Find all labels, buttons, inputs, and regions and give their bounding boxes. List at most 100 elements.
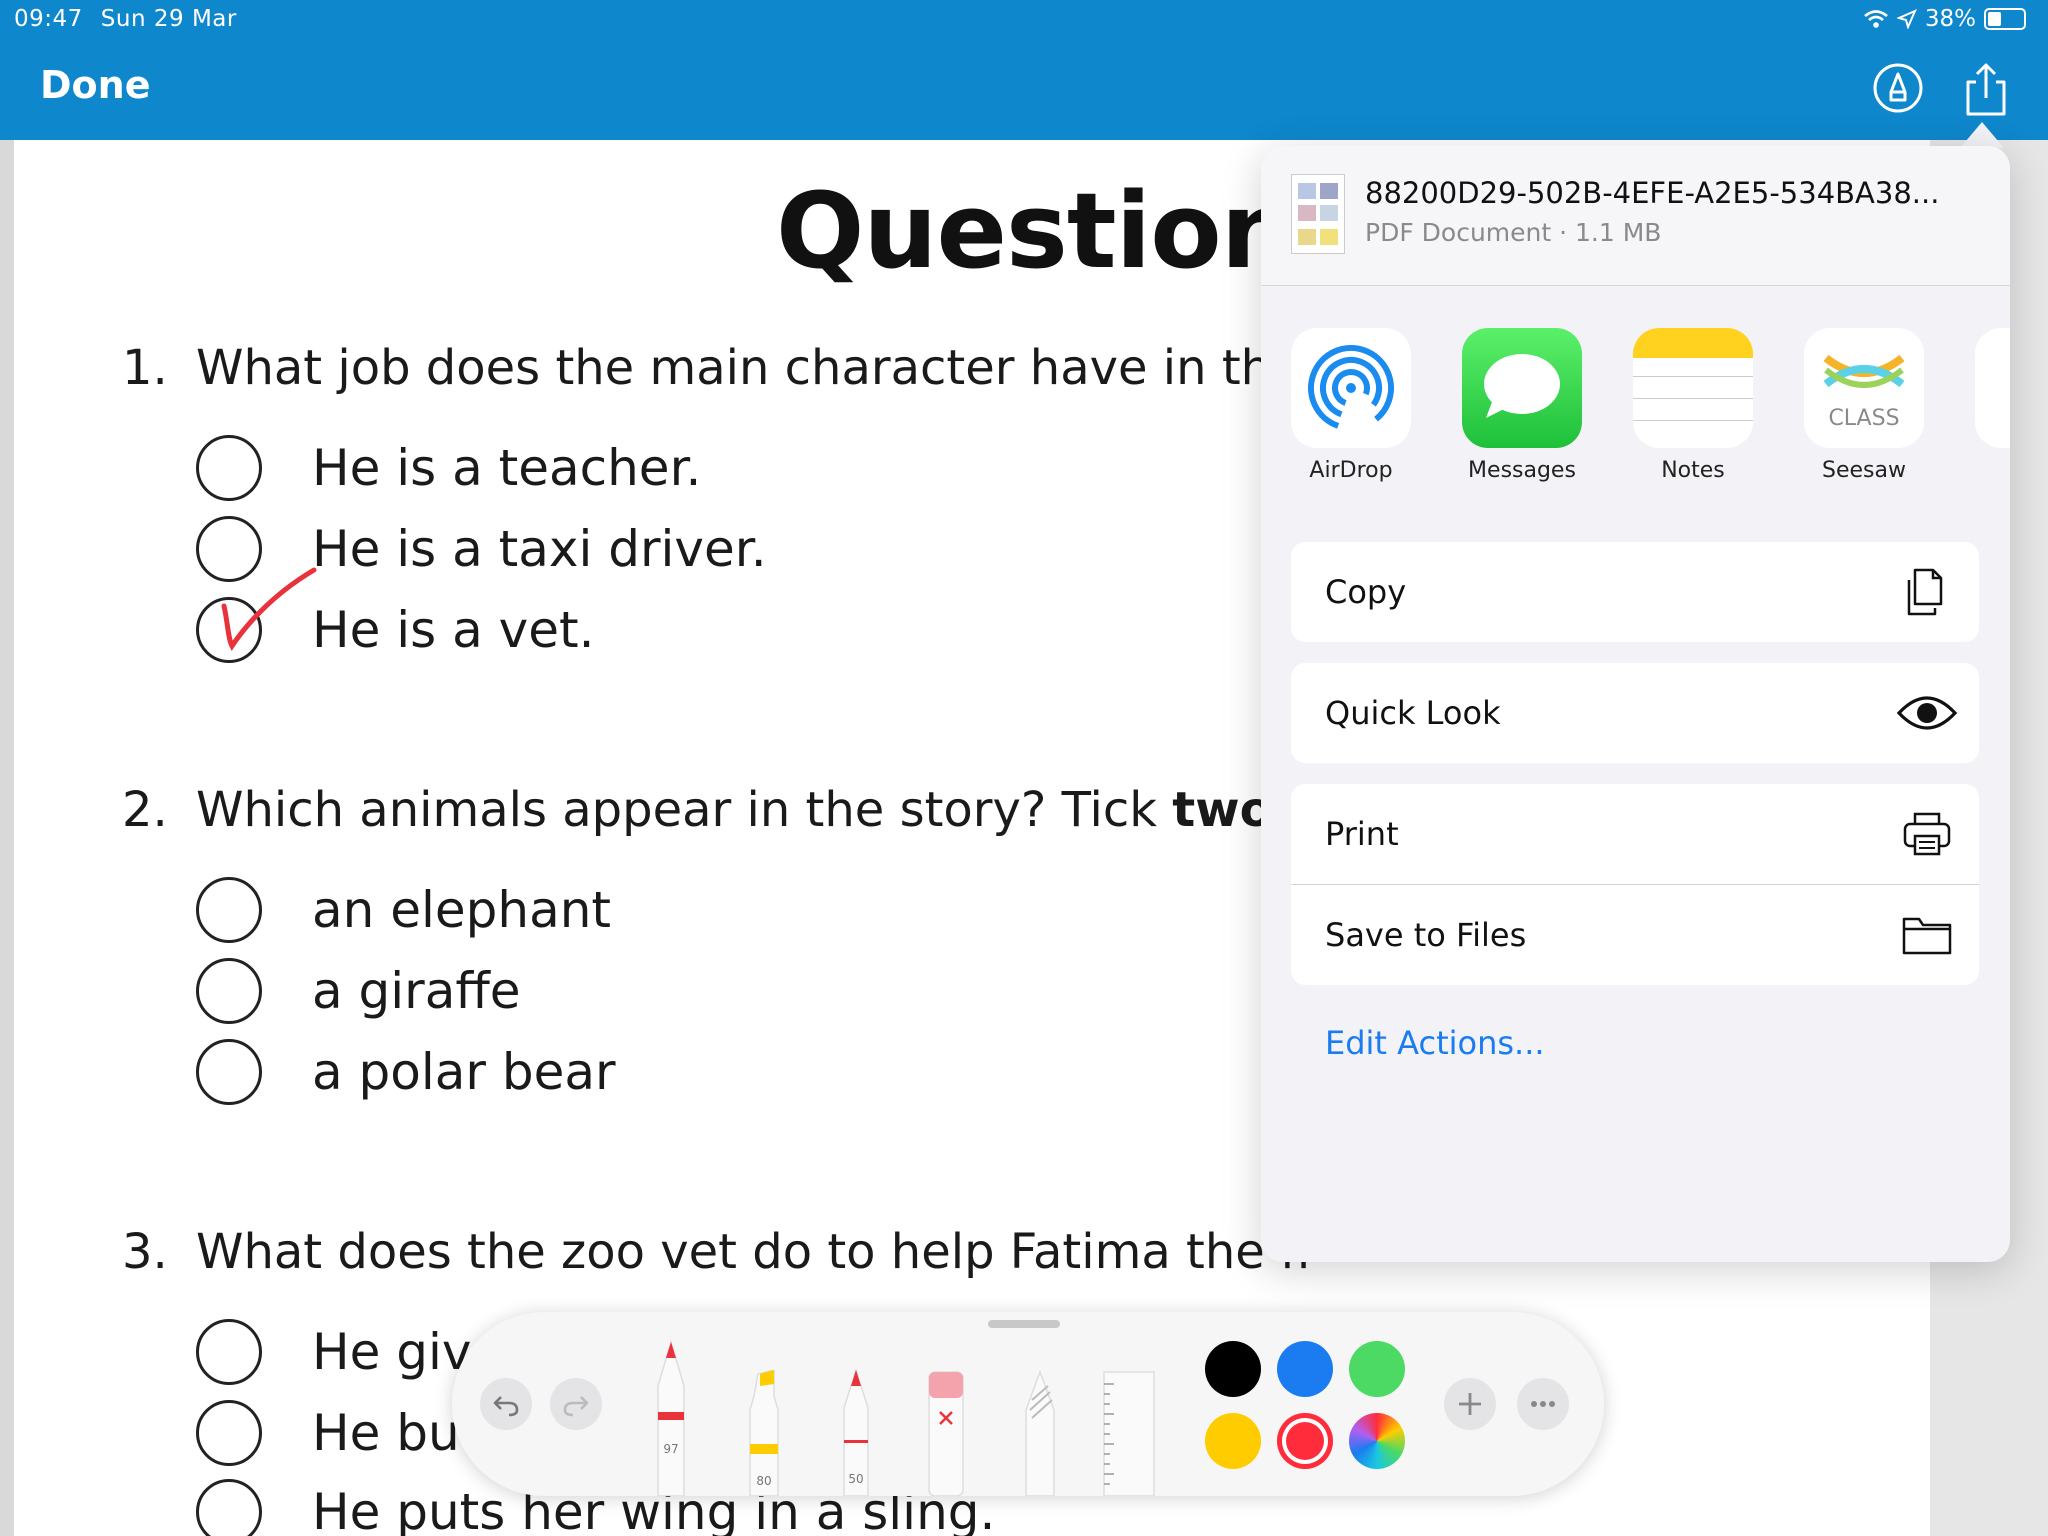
question-3: 3. What does the zoo vet do to help Fatim… [122, 1224, 1310, 1280]
document-thumbnail [1291, 174, 1345, 254]
messages-icon [1462, 328, 1582, 448]
answer-option[interactable]: He is a teacher. [196, 434, 701, 502]
eye-icon [1897, 696, 1957, 730]
done-button[interactable]: Done [40, 63, 150, 107]
edit-actions-link[interactable]: Edit Actions... [1325, 1024, 1545, 1062]
screen: Questions 1. What job does the main chara… [0, 0, 2048, 1536]
color-picker-wheel-icon[interactable] [1349, 1413, 1405, 1469]
action-group-quicklook: Quick Look [1291, 663, 1979, 763]
printer-icon [1903, 812, 1951, 856]
share-app-notes[interactable]: Notes [1633, 328, 1753, 483]
highlighter-tool[interactable]: 80 [744, 1369, 784, 1497]
action-group-print-save: Print Save to Files [1291, 784, 1979, 985]
pen-icon [657, 1339, 685, 1497]
more-button[interactable] [1517, 1378, 1569, 1430]
seesaw-icon: CLASS [1804, 328, 1924, 448]
color-swatch-green[interactable] [1349, 1341, 1405, 1397]
battery-level [1988, 12, 2001, 26]
question-bold-text: two [1172, 782, 1273, 838]
pen-value: 97 [663, 1442, 679, 1456]
color-swatch-black[interactable] [1205, 1341, 1261, 1397]
eraser-icon [928, 1371, 964, 1497]
share-icon[interactable] [1960, 60, 2012, 120]
redo-button[interactable] [550, 1378, 602, 1430]
answer-option[interactable]: He bu [196, 1399, 460, 1467]
share-app-label: Seesaw [1822, 458, 1906, 483]
action-label: Save to Files [1325, 916, 1527, 954]
seesaw-class-badge: CLASS [1828, 406, 1900, 431]
answer-option[interactable]: He giv [196, 1318, 471, 1386]
answer-circle[interactable] [196, 1319, 262, 1385]
share-app-label: AirDrop [1309, 458, 1393, 483]
share-sheet-header: 88200D29-502B-4EFE-A2E5-534BA38... PDF D… [1261, 146, 2010, 286]
share-app-messages[interactable]: Messages [1462, 328, 1582, 483]
answer-circle[interactable] [196, 435, 262, 501]
share-app-label: Messages [1468, 458, 1576, 483]
notes-icon [1633, 328, 1753, 448]
navigation-bar: 09:47 Sun 29 Mar 38% Done [0, 0, 2048, 140]
question-number: 3. [122, 1224, 168, 1280]
answer-circle[interactable] [196, 1479, 262, 1536]
action-label: Copy [1325, 573, 1407, 611]
status-bar: 09:47 Sun 29 Mar [14, 6, 255, 32]
eraser-tool[interactable] [926, 1370, 966, 1497]
undo-button[interactable] [480, 1378, 532, 1430]
ruler-icon [1103, 1371, 1155, 1497]
share-sheet: 88200D29-502B-4EFE-A2E5-534BA38... PDF D… [1261, 146, 2010, 1262]
markup-pen-icon[interactable] [1872, 62, 1924, 114]
pencil-tool[interactable]: 50 [838, 1367, 874, 1497]
file-name: 88200D29-502B-4EFE-A2E5-534BA38... [1365, 176, 1940, 210]
print-action[interactable]: Print [1291, 784, 1979, 884]
folder-icon [1902, 917, 1952, 955]
action-group-copy: Copy [1291, 542, 1979, 642]
answer-circle[interactable] [196, 1039, 262, 1105]
highlighter-value: 80 [756, 1474, 772, 1488]
answer-option[interactable]: a giraffe [196, 957, 521, 1025]
app-icon [1975, 328, 2010, 448]
copy-action[interactable]: Copy [1291, 542, 1979, 642]
answer-text: He giv [312, 1323, 472, 1381]
answer-circle[interactable] [196, 1400, 262, 1466]
share-app-partial[interactable] [1975, 328, 2010, 448]
status-time: 09:47 [14, 6, 83, 32]
pen-tool[interactable]: 97 [650, 1338, 692, 1497]
battery-percent: 38% [1924, 6, 1976, 32]
color-swatch-blue[interactable] [1277, 1341, 1333, 1397]
toolbar-grabber[interactable] [988, 1320, 1060, 1328]
plus-icon [1459, 1393, 1481, 1415]
question-text: What does the zoo vet do to help Fatima … [196, 1224, 1311, 1280]
answer-text: an elephant [312, 881, 611, 939]
lasso-tool[interactable] [1020, 1369, 1060, 1497]
action-label: Print [1325, 815, 1399, 853]
share-app-label: Notes [1661, 458, 1725, 483]
answer-option[interactable]: a polar bear [196, 1038, 616, 1106]
answer-circle[interactable] [196, 958, 262, 1024]
save-to-files-action[interactable]: Save to Files [1291, 885, 1979, 985]
pencil-value: 50 [848, 1472, 864, 1486]
status-indicators: 38% [1863, 6, 2026, 32]
question-text: What job does the main character have in… [196, 340, 1301, 396]
question-number: 1. [122, 340, 168, 396]
question-number: 2. [122, 782, 168, 838]
answer-text: He is a taxi driver. [312, 520, 767, 578]
answer-text: He is a teacher. [312, 439, 702, 497]
airdrop-icon [1291, 328, 1411, 448]
answer-text: He is a vet. [312, 601, 595, 659]
answer-text: a polar bear [312, 1043, 616, 1101]
share-app-seesaw[interactable]: CLASS Seesaw [1804, 328, 1924, 483]
color-swatch-red-selected[interactable] [1277, 1413, 1333, 1469]
answer-circle[interactable] [196, 877, 262, 943]
answer-text: He bu [312, 1404, 460, 1462]
ruler-tool[interactable] [1100, 1370, 1158, 1497]
color-swatch-yellow[interactable] [1205, 1413, 1261, 1469]
battery-icon [1984, 8, 2026, 30]
add-button[interactable] [1444, 1378, 1496, 1430]
redo-icon [563, 1396, 589, 1417]
share-app-airdrop[interactable]: AirDrop [1291, 328, 1411, 483]
quick-look-action[interactable]: Quick Look [1291, 663, 1979, 763]
status-date: Sun 29 Mar [100, 6, 237, 32]
question-text: Which animals appear in the story? Tick [196, 782, 1158, 838]
share-app-row: AirDrop Messages Notes CLASS Seesaw [1291, 328, 2010, 498]
answer-option[interactable]: an elephant [196, 876, 611, 944]
red-tick-annotation [221, 567, 317, 651]
